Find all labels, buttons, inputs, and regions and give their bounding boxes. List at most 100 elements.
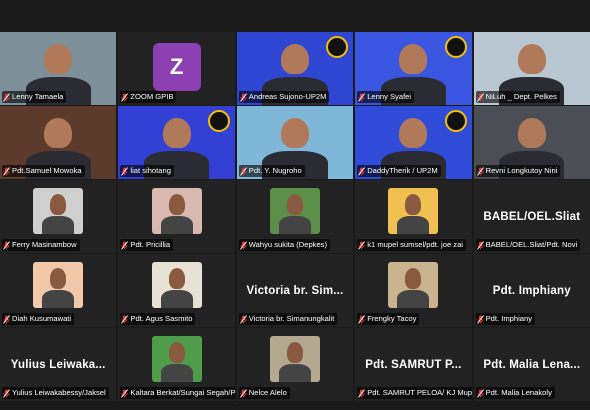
participant-display-name: Pdt. Malia Lena... [483,358,581,371]
participant-tile[interactable]: Z ZOOM GPIB [118,32,235,105]
participant-tile[interactable]: Lenny Tamaela [0,32,117,105]
participant-tile[interactable]: Yulius Leiwaka... Yulius Leiwakabessy/Jak… [0,328,117,401]
participant-name: Diah Kusumawati [12,314,72,323]
participant-name: ZOOM GPIB [130,92,174,101]
participant-name-label: ZOOM GPIB [120,91,177,103]
muted-mic-icon [476,314,484,324]
participant-name: Nelce Alelo [248,388,287,397]
participant-name: Yulius Leiwakabessy/Jaksel [12,388,106,397]
muted-mic-icon [476,388,484,398]
participant-name-label: BABEL/OEL.Sliat/Pdt. Novi [475,239,581,251]
participant-name: Pdt. Pricillia [130,240,171,249]
muted-mic-icon [358,92,366,102]
participant-display-name: Yulius Leiwaka... [10,358,106,371]
participant-tile[interactable]: Frengky Tacoy [355,254,472,327]
participant-tile[interactable]: liat sihotang [118,106,235,179]
muted-mic-icon [3,388,10,398]
participant-name: BABEL/OEL.Sliat/Pdt. Novi [485,240,578,249]
participant-name: k1 mupel sumsel/pdt. joe zai [367,240,463,249]
participant-tile[interactable]: Diah Kusumawati [0,254,117,327]
participant-name: Andreas Sujono-UP2M [248,92,327,101]
muted-mic-icon [358,314,366,324]
profile-picture [388,262,439,308]
participant-tile[interactable]: Andreas Sujono-UP2M [236,32,354,105]
participant-name-label: Victoria br. Simanungkalit [238,313,338,325]
participant-tile[interactable]: DaddyTherik / UP2M [355,106,472,179]
participant-tile[interactable]: Pdt. Y. Nugroho [236,106,354,179]
participant-name-label: Kaltara Berkat/Sungai Segah/P... [120,387,235,399]
muted-mic-icon [3,166,10,176]
muted-mic-icon [121,92,129,102]
participant-display-name: Pdt. SAMRUT P... [365,358,462,371]
participant-name-label: Pdt. Pricillia [120,239,174,251]
participant-name-label: Yulius Leiwakabessy/Jaksel [2,387,109,399]
muted-mic-icon [3,92,10,102]
participant-display-name: Pdt. Imphiany [492,284,571,297]
participant-name: Pdt. Malia Lenakoly [485,388,552,397]
participant-tile[interactable]: Lenny Syafei [355,32,472,105]
participant-name-label: Pdt.Samuel Mowoka [2,165,85,177]
participant-display-name: Victoria br. Sim... [246,284,344,297]
muted-mic-icon [239,314,247,324]
participant-tile[interactable]: Pdt. Pricillia [118,180,235,253]
participant-name-label: Revni Longkutoy Nini [475,165,561,177]
muted-mic-icon [239,166,247,176]
participant-name: Kaltara Berkat/Sungai Segah/P... [130,388,235,397]
muted-mic-icon [358,388,366,398]
participant-tile[interactable]: Victoria br. Sim... Victoria br. Simanung… [236,254,354,327]
participant-name-label: Pdt. Y. Nugroho [238,165,305,177]
muted-mic-icon [121,388,129,398]
profile-picture [151,336,202,382]
participant-display-name: BABEL/OEL.Sliat [483,210,581,223]
participant-tile[interactable]: Wahyu sukita (Depkes) [236,180,354,253]
participant-tile[interactable]: Pdt. Agus Sasmito [118,254,235,327]
ministry-logo-icon [444,110,467,132]
participant-name: NiLuh _ Dept. Pelkes [485,92,557,101]
participant-name: DaddyTherik / UP2M [367,166,438,175]
participant-name: liat sihotang [130,166,171,175]
participant-name-label: Lenny Syafei [357,91,415,103]
participant-name: Ferry Masinambow [12,240,77,249]
participant-tile[interactable]: Nelce Alelo [236,328,354,401]
muted-mic-icon [121,314,129,324]
profile-picture [151,262,202,308]
muted-mic-icon [121,166,129,176]
participant-name-label: Pdt. Agus Sasmito [120,313,196,325]
profile-picture [269,188,320,234]
participant-name: Victoria br. Simanungkalit [248,314,335,323]
participant-name-label: Lenny Tamaela [2,91,67,103]
participant-name: Revni Longkutoy Nini [485,166,558,175]
participant-name-label: Nelce Alelo [238,387,290,399]
muted-mic-icon [3,240,10,250]
participant-name: Lenny Tamaela [12,92,64,101]
participant-name: Pdt. Y. Nugroho [248,166,302,175]
participant-tile[interactable]: NiLuh _ Dept. Pelkes [473,32,590,105]
participant-tile[interactable]: BABEL/OEL.Sliat BABEL/OEL.Sliat/Pdt. Novi [473,180,590,253]
participant-tile[interactable]: Pdt. SAMRUT P... Pdt. SAMRUT PELOA/ KJ Mu… [355,328,472,401]
participant-name-label: Diah Kusumawati [2,313,75,325]
video-grid: Lenny Tamaela Z ZOOM GPIB Andreas Sujono-UP… [0,32,590,401]
participant-tile[interactable]: k1 mupel sumsel/pdt. joe zai [355,180,472,253]
participant-name-label: Pdt. Malia Lenakoly [475,387,555,399]
profile-picture [151,188,202,234]
participant-name: Pdt. Imphiany [485,314,533,323]
participant-tile[interactable]: Kaltara Berkat/Sungai Segah/P... [118,328,235,401]
participant-tile[interactable]: Revni Longkutoy Nini [473,106,590,179]
participant-name: Pdt.Samuel Mowoka [12,166,82,175]
participant-name-label: k1 mupel sumsel/pdt. joe zai [357,239,466,251]
participant-tile[interactable]: Pdt. Imphiany Pdt. Imphiany [473,254,590,327]
participant-tile[interactable]: Pdt.Samuel Mowoka [0,106,117,179]
ministry-logo-icon [444,36,467,58]
participant-tile[interactable]: Pdt. Malia Lena... Pdt. Malia Lenakoly [473,328,590,401]
muted-mic-icon [239,388,247,398]
profile-picture [33,188,84,234]
muted-mic-icon [476,92,484,102]
participant-name: Wahyu sukita (Depkes) [248,240,328,249]
participant-name-label: Wahyu sukita (Depkes) [238,239,331,251]
muted-mic-icon [476,166,484,176]
participant-name-label: Andreas Sujono-UP2M [238,91,330,103]
participant-name-label: Frengky Tacoy [357,313,420,325]
participant-tile[interactable]: Ferry Masinambow [0,180,117,253]
participant-name: Frengky Tacoy [367,314,417,323]
initial-avatar: Z [152,43,201,91]
